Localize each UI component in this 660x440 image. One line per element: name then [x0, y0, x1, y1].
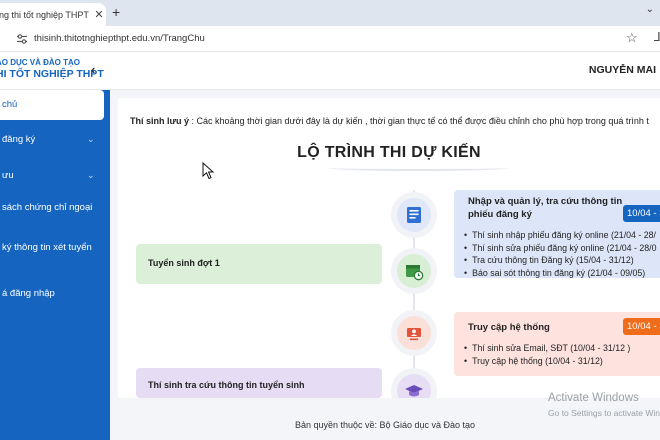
- brand-line-2: HI TỐT NGHIỆP THPT: [0, 68, 104, 80]
- browser-tab[interactable]: ang thi tốt nghiệp THPT ✕: [0, 3, 106, 26]
- computer-user-icon: [397, 316, 431, 350]
- main-content: Thí sinh lưu ý : Các khoảng thời gian dư…: [110, 90, 660, 440]
- new-tab-icon[interactable]: +: [112, 4, 120, 20]
- timeline-node: [391, 310, 437, 356]
- list-item: Thí sinh sửa Email, SĐT (10/04 - 31/12 ): [464, 342, 630, 355]
- sidebar-item-label: ưu: [2, 170, 14, 181]
- bookmark-star-icon[interactable]: ☆: [626, 30, 638, 46]
- date-badge: 10/04 - 3: [623, 205, 660, 222]
- sidebar-item-home[interactable]: chủ: [0, 90, 104, 120]
- form-document-icon: [397, 198, 431, 232]
- timeline-node: [391, 192, 437, 238]
- timeline-node: [391, 248, 437, 294]
- list-item: Tra cứu thông tin Đăng ký (15/04 - 31/12…: [464, 254, 656, 267]
- mouse-cursor-icon: [202, 162, 215, 180]
- url-field[interactable]: thisinh.thitotnghiepthpt.edu.vn/TrangChu: [34, 33, 205, 44]
- site-settings-icon[interactable]: [16, 33, 28, 45]
- sidebar-item-login-history[interactable]: á đăng nhập: [0, 288, 110, 304]
- list-item: Thí sinh sửa phiếu đăng ký online (21/04…: [464, 242, 656, 255]
- calendar-clock-icon: [397, 254, 431, 288]
- user-name[interactable]: NGUYỄN MAI: [589, 64, 656, 76]
- admission-lookup-title: Thí sinh tra cứu thông tin tuyển sinh: [148, 380, 305, 390]
- list-item: Truy cập hệ thống (10/04 - 31/12): [464, 355, 630, 368]
- footer-copyright: Bản quyền thuộc về: Bộ Giáo dục và Đào t…: [294, 420, 476, 430]
- brand-line-1: ÁO DỤC VÀ ĐÀO TẠO: [0, 58, 80, 67]
- notice-label: Thí sinh lưu ý: [130, 116, 190, 126]
- sidebar-item-registration[interactable]: đăng ký ⌄: [0, 134, 110, 150]
- schedule-bullet-list: Thí sinh sửa Email, SĐT (10/04 - 31/12 )…: [464, 342, 630, 367]
- sidebar-item-priority[interactable]: ưu ⌄: [0, 170, 110, 186]
- sidebar-item-label: chủ: [2, 99, 18, 110]
- graduation-cap-icon: [397, 374, 431, 398]
- title-underline: [328, 165, 508, 171]
- schedule-box-title: Truy cập hệ thống: [468, 322, 550, 333]
- sidebar-item-label: á đăng nhập: [2, 288, 55, 299]
- roadmap-card: Thí sinh lưu ý : Các khoảng thời gian dư…: [118, 98, 660, 398]
- windows-activation-hint: Go to Settings to activate Wind: [548, 408, 660, 418]
- browser-tab-bar: ang thi tốt nghiệp THPT ✕ + ⌄: [0, 0, 660, 26]
- collapse-sidebar-icon[interactable]: ‹: [91, 62, 95, 77]
- tab-title: ang thi tốt nghiệp THPT: [0, 9, 89, 20]
- windows-activation-watermark: Activate Windows: [548, 392, 639, 404]
- roadmap-title: LỘ TRÌNH THI DỰ KIẾN: [297, 144, 481, 161]
- sidebar-item-label: ký thông tin xét tuyển: [2, 242, 92, 253]
- close-tab-icon[interactable]: ✕: [92, 8, 106, 21]
- profile-icon[interactable]: ⅃: [654, 30, 660, 44]
- admission-round-title: Tuyển sinh đợt 1: [148, 258, 220, 268]
- sidebar-item-certificates[interactable]: sách chứng chỉ ngoại: [0, 202, 110, 218]
- notice-body: : Các khoảng thời gian dưới đây là dự ki…: [189, 116, 649, 126]
- sidebar-item-label: sách chứng chỉ ngoại: [2, 202, 93, 213]
- sidebar: chủ đăng ký ⌄ ưu ⌄ sách chứng chỉ ngoại …: [0, 90, 110, 440]
- schedule-bullet-list: Thí sinh nhập phiếu đăng ký online (21/0…: [464, 229, 656, 279]
- chevron-down-icon: ⌄: [87, 170, 95, 180]
- sidebar-item-label: đăng ký: [2, 134, 36, 145]
- list-item: Báo sai sót thông tin đăng ký (21/04 - 0…: [464, 267, 656, 280]
- address-bar: thisinh.thitotnghiepthpt.edu.vn/TrangChu…: [0, 26, 660, 52]
- timeline-node: [391, 368, 437, 398]
- admission-lookup-box: Thí sinh tra cứu thông tin tuyển sinh: [136, 368, 382, 398]
- date-badge: 10/04 - 3: [623, 318, 660, 335]
- chevron-down-icon: ⌄: [87, 134, 95, 144]
- list-item: Thí sinh nhập phiếu đăng ký online (21/0…: [464, 229, 656, 242]
- schedule-box-title: Nhập và quản lý, tra cứu thông tin: [468, 196, 623, 207]
- schedule-box-title: phiếu đăng ký: [468, 209, 532, 220]
- sidebar-item-admission-info[interactable]: ký thông tin xét tuyển: [0, 242, 110, 258]
- notice-text: Thí sinh lưu ý : Các khoảng thời gian dư…: [130, 116, 649, 126]
- chevron-down-icon[interactable]: ⌄: [646, 4, 654, 15]
- admission-round-box: Tuyển sinh đợt 1: [136, 244, 382, 284]
